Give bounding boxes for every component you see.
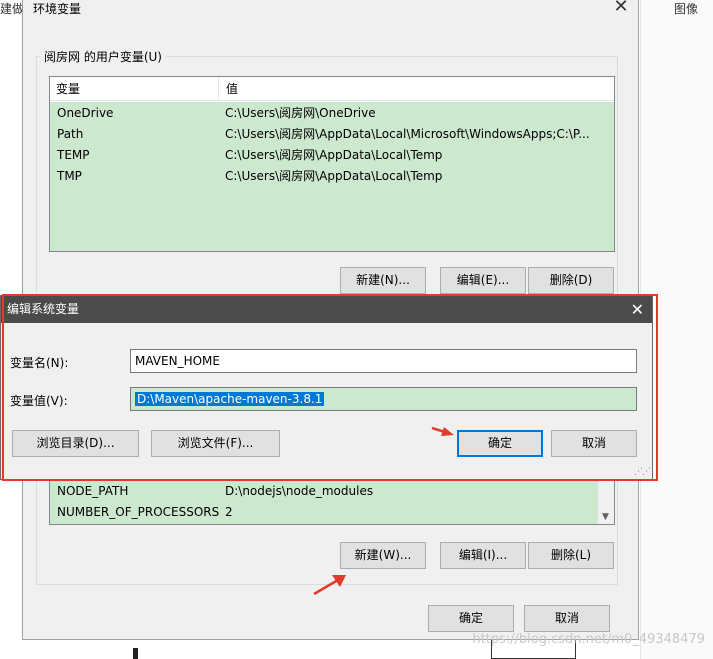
table-row[interactable]: OneDrive C:\Users\阅房网\OneDrive xyxy=(50,103,614,124)
chevron-down-icon[interactable]: ▼ xyxy=(602,512,609,522)
column-separator[interactable] xyxy=(218,77,219,101)
table-row[interactable]: NODE_PATH D:\nodejs\node_modules xyxy=(50,481,614,502)
table-row[interactable]: NUMBER_OF_PROCESSORS 2 xyxy=(50,502,614,523)
column-header-value[interactable]: 值 xyxy=(220,77,238,101)
user-new-button[interactable]: 新建(N)... xyxy=(340,267,426,294)
ok-button[interactable]: 确定 xyxy=(428,605,514,632)
background-text-right: 图像 xyxy=(674,2,699,16)
variable-name: Path xyxy=(57,127,84,141)
variable-name: TMP xyxy=(57,169,82,183)
user-variables-list[interactable]: 变量 值 OneDrive C:\Users\阅房网\OneDrive Path… xyxy=(49,76,615,252)
variable-value: C:\Users\阅房网\OneDrive xyxy=(225,106,376,120)
background-text-left: 建做 xyxy=(0,2,25,16)
variable-value: C:\Users\阅房网\AppData\Local\Temp xyxy=(225,169,443,183)
arrow-icon xyxy=(313,575,346,596)
user-edit-button[interactable]: 编辑(E)... xyxy=(440,267,526,294)
variable-name: OneDrive xyxy=(57,106,114,120)
user-delete-button[interactable]: 删除(D) xyxy=(528,267,614,294)
dialog-title: 环境变量 xyxy=(33,2,82,16)
list-body: OneDrive C:\Users\阅房网\OneDrive Path C:\U… xyxy=(50,102,614,251)
arrow-icon xyxy=(431,426,454,436)
variable-value: C:\Users\阅房网\AppData\Local\Temp xyxy=(225,148,443,162)
user-variables-label: 阅房网 的用户变量(U) xyxy=(41,48,165,65)
variable-value: D:\nodejs\node_modules xyxy=(225,484,374,498)
variable-name: TEMP xyxy=(57,148,90,162)
close-icon[interactable]: ✕ xyxy=(610,0,632,18)
watermark: https://blog.csdn.net/m0_49348479 xyxy=(472,632,705,647)
system-new-button[interactable]: 新建(W)... xyxy=(340,542,426,569)
table-row[interactable]: Path C:\Users\阅房网\AppData\Local\Microsof… xyxy=(50,124,614,145)
highlight-frame xyxy=(2,294,658,481)
background-strip xyxy=(133,648,138,659)
system-delete-button[interactable]: 删除(L) xyxy=(528,542,614,569)
variable-value: 2 xyxy=(225,505,233,519)
variable-name: NODE_PATH xyxy=(57,484,129,498)
table-row[interactable]: TMP C:\Users\阅房网\AppData\Local\Temp xyxy=(50,166,614,187)
variable-name: NUMBER_OF_PROCESSORS xyxy=(57,505,220,519)
column-header-variable[interactable]: 变量 xyxy=(50,77,80,101)
cancel-button[interactable]: 取消 xyxy=(524,605,610,632)
list-header: 变量 值 xyxy=(50,77,614,101)
table-row[interactable]: TEMP C:\Users\阅房网\AppData\Local\Temp xyxy=(50,145,614,166)
variable-value: C:\Users\阅房网\AppData\Local\Microsoft\Win… xyxy=(225,127,590,141)
system-edit-button[interactable]: 编辑(I)... xyxy=(440,542,526,569)
